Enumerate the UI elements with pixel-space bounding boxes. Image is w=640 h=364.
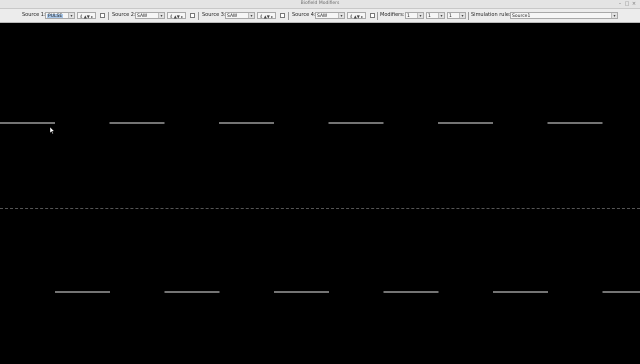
chevron-down-icon: ▾	[338, 12, 344, 18]
window-title: Biofield Modifiers	[300, 1, 340, 6]
source-1-label: Source 1:	[22, 12, 46, 18]
modifier-2-select[interactable]: 1 ▾	[426, 11, 445, 19]
chevron-down-icon: ▾	[248, 12, 254, 18]
modifier-3-select[interactable]: 1 ▾	[447, 11, 466, 19]
simulation-rule-label: Simulation rule:	[471, 12, 511, 18]
simulation-rule-select[interactable]: Source1 ▾	[510, 11, 618, 19]
separator	[198, 11, 199, 20]
window-titlebar: Biofield Modifiers – □ ×	[0, 0, 640, 9]
source-3-select[interactable]: SAW ▾	[225, 11, 255, 19]
source-4-label: Source 4:	[292, 12, 316, 18]
maximize-icon[interactable]: □	[624, 1, 630, 7]
source-4-spinner[interactable]: 4 ▲▼ ▸	[347, 11, 366, 19]
source-3-label: Source 3:	[202, 12, 226, 18]
minimize-icon[interactable]: –	[617, 1, 623, 7]
source-1-checkbox[interactable]	[100, 12, 105, 18]
channel-divider	[0, 208, 640, 209]
close-icon[interactable]: ×	[631, 1, 637, 7]
source-4-select[interactable]: SAW ▾	[315, 11, 345, 19]
separator	[377, 11, 378, 20]
source-3-checkbox[interactable]	[280, 12, 285, 18]
source-2-label: Source 2:	[112, 12, 136, 18]
toolbar: Source 1: PULSE ▾ 4 ▲▼ ▸ Source 2: SAW ▾ 4…	[0, 9, 640, 23]
source-3-spinner[interactable]: 4 ▲▼ ▸	[257, 11, 276, 19]
waveform-canvas[interactable]	[0, 23, 640, 360]
waveform-svg	[0, 122, 640, 293]
source-2-select[interactable]: SAW ▾	[135, 11, 165, 19]
source-1-select[interactable]: PULSE ▾	[45, 11, 75, 19]
chevron-down-icon: ▾	[611, 12, 617, 18]
source-4-checkbox[interactable]	[370, 12, 375, 18]
chevron-down-icon: ▾	[459, 12, 465, 18]
separator	[468, 11, 469, 20]
chevron-down-icon: ▾	[438, 12, 444, 18]
chevron-down-icon: ▾	[158, 12, 164, 18]
separator	[288, 11, 289, 20]
mouse-cursor-icon	[50, 127, 55, 134]
source-2-spinner[interactable]: 4 ▲▼ ▸	[167, 11, 186, 19]
source-2-checkbox[interactable]	[190, 12, 195, 18]
chevron-down-icon: ▾	[417, 12, 423, 18]
chevron-down-icon: ▾	[68, 12, 74, 18]
source-1-spinner[interactable]: 4 ▲▼ ▸	[77, 11, 96, 19]
separator	[108, 11, 109, 20]
modifier-1-select[interactable]: 1 ▾	[405, 11, 424, 19]
modifiers-label: Modifiers:	[380, 12, 405, 18]
